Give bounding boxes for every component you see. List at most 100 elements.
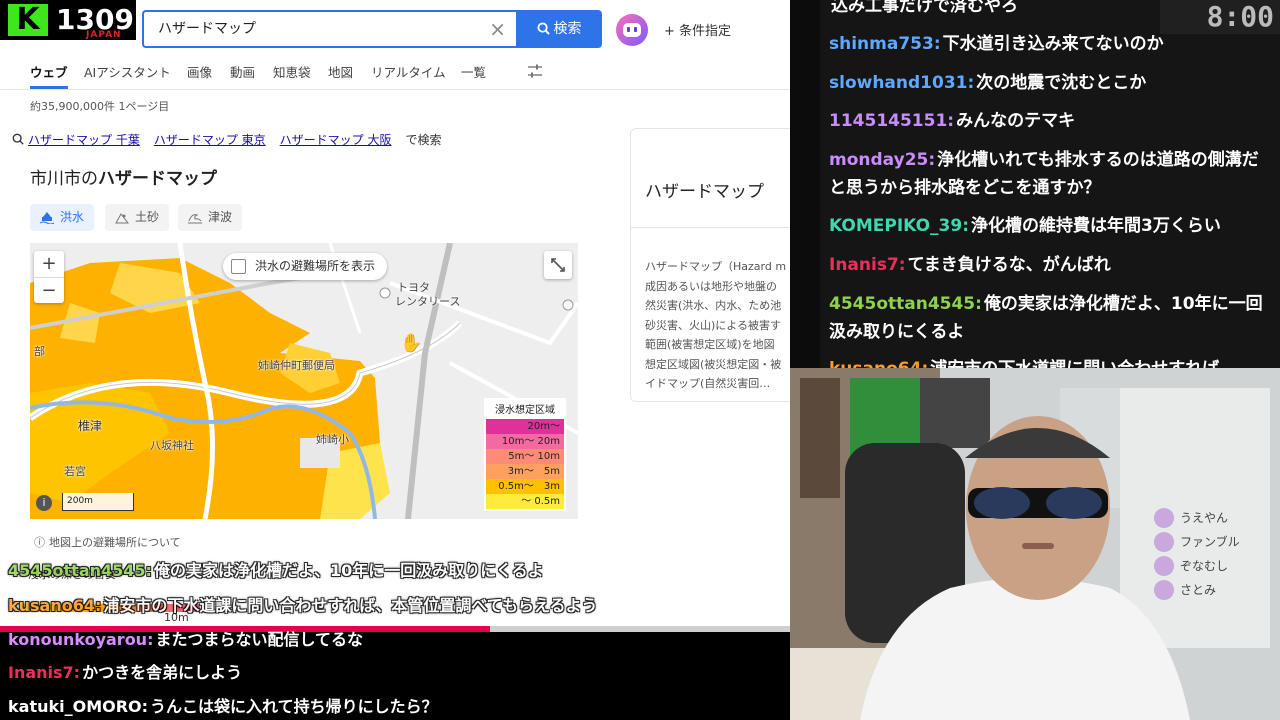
flood-legend: 浸水想定区域 20m～ 10m～ 20m 5m～ 10m 3m～ 5m 0.5m～ 3m… (484, 398, 566, 511)
hazard-section-title: 市川市のハザードマップ (30, 164, 217, 189)
chat-panel: 込み工事だけで済むやろ shinma753: 下水道引き込み来てないのか slowha… (790, 0, 1280, 368)
chat-text: 込み工事だけで済むやろ (831, 0, 1018, 16)
map-scale: 200m (62, 493, 134, 511)
overlay-comment: 4545ottan4545: 俺の実家は浄化槽だよ、10年に一回汲み取りにくるよ (8, 557, 544, 581)
chat-text: てまき負けるな、がんばれ (907, 255, 1111, 275)
chat-scrollbar[interactable] (790, 0, 820, 368)
chat-user: monday25: (829, 150, 936, 170)
chat-message: KOMEPIKO_39: 浄化槽の維持費は年間3万くらい (829, 212, 1274, 240)
related-link[interactable]: ハザードマップ 東京 (154, 133, 266, 147)
clock: 8:00 (1160, 0, 1280, 34)
chat-message: monday25: 浄化槽いれても排水するのは道路の側溝だと思うから排水路をどこを… (829, 146, 1274, 202)
channel-logo: K 1309 JAPAN (0, 0, 136, 40)
chat-user: 1145145151: (829, 111, 955, 131)
chip-label: 津波 (208, 210, 233, 224)
tab-0[interactable]: ウェブ (30, 62, 68, 89)
chat-message: 4545ottan4545: 俺の実家は浄化槽だよ、10年に一回汲み取りにくるよ (829, 290, 1274, 346)
zoom-in-button[interactable]: + (34, 251, 64, 277)
member-list: うえやん ファンブル ぞなむし さとみ (1150, 506, 1270, 602)
expand-icon[interactable] (544, 251, 572, 279)
tsunami-icon (188, 214, 202, 224)
tab-1[interactable]: AIアシスタント (84, 62, 171, 81)
chat-user: slowhand1031: (829, 73, 975, 93)
member-name: さとみ (1150, 578, 1270, 602)
legend-row: ～ 0.5m (486, 494, 564, 509)
chat-user: KOMEPIKO_39: (829, 216, 969, 236)
legend-row: 5m～ 10m (486, 449, 564, 464)
search-button-label: 検索 (553, 21, 582, 37)
search-button[interactable]: 検索 (516, 10, 602, 48)
landslide-icon (115, 213, 129, 224)
related-suffix: で検索 (405, 133, 442, 147)
comment-text: 俺の実家は浄化槽だよ、10年に一回汲み取りにくるよ (153, 561, 544, 580)
legend-row: 3m～ 5m (486, 464, 564, 479)
tab-6[interactable]: リアルタイム (371, 62, 446, 81)
chat-text: 浦安市の下水道課に問い合わせすれば (930, 359, 1219, 368)
search-input[interactable]: ハザードマップ × (142, 10, 518, 48)
chat-user: konounkoyarou: (8, 630, 154, 649)
map-label: 若宮 (64, 465, 86, 478)
comment-user: kusano64: (8, 596, 102, 615)
tab-4[interactable]: 知恵袋 (273, 62, 311, 81)
tab-2[interactable]: 画像 (187, 62, 212, 81)
result-count: 約35,900,000件 1ページ目 (30, 100, 170, 113)
knowledge-title: ハザードマップ (645, 182, 764, 202)
chat-message: kusano64:浦安市の下水道課に問い合わせすれば (829, 355, 1274, 368)
ai-assistant-icon[interactable] (616, 14, 648, 46)
conditions-button[interactable]: + 条件指定 (664, 20, 731, 39)
chat-user: 4545ottan4545: (829, 294, 982, 314)
section-prefix: 市川市の (30, 169, 98, 189)
knowledge-panel: ハザードマップ ハザードマップ（Hazard m 成因あるいは地形や地盤の 然災… (630, 128, 790, 402)
shelter-note[interactable]: 地図上の避難場所について (34, 534, 181, 550)
flood-icon (40, 212, 54, 224)
overlay-comment: kusano64: 浦安市の下水道課に問い合わせすれば、本管位置調べてもらえるよう (8, 592, 598, 616)
chip-tsunami[interactable]: 津波 (178, 204, 243, 231)
map-label: 部 (34, 345, 45, 358)
comment-text: 浦安市の下水道課に問い合わせすれば、本管位置調べてもらえるよう (103, 596, 598, 615)
filter-icon[interactable] (526, 62, 544, 80)
info-icon[interactable]: i (36, 495, 52, 511)
legend-row: 10m～ 20m (486, 434, 564, 449)
legend-title: 浸水想定区域 (495, 405, 555, 416)
chip-flood[interactable]: 洪水 (30, 204, 95, 231)
shelter-toggle[interactable]: 洪水の避難場所を表示 (223, 253, 387, 280)
map-label: 椎津 (78, 419, 103, 433)
bottom-chat-line: Inanis7: かつきを舎弟にしよう (8, 659, 242, 683)
chip-label: 洪水 (60, 210, 85, 224)
tab-5[interactable]: 地図 (328, 62, 353, 81)
legend-row: 20m～ (486, 419, 564, 434)
chat-text: かつきを舎弟にしよう (82, 663, 243, 682)
related-link[interactable]: ハザードマップ 大阪 (280, 133, 392, 147)
shelter-checkbox[interactable] (231, 259, 246, 274)
chat-text: またつまらない配信してるな (155, 630, 363, 649)
hand-cursor-icon: ✋ (400, 333, 423, 354)
section-title: ハザードマップ (98, 169, 217, 189)
tab-7[interactable]: 一覧 (461, 62, 486, 81)
map-label: 姉崎小 (316, 433, 349, 446)
chat-text: うんこは袋に入れて持ち帰りにしたら？ (150, 697, 438, 716)
chat-text: 下水道引き込み来てないのか (942, 34, 1164, 54)
zoom-control: + − (34, 251, 64, 303)
comment-user: 4545ottan4545: (8, 561, 152, 580)
related-link[interactable]: ハザードマップ 千葉 (28, 133, 140, 147)
knowledge-body: ハザードマップ（Hazard m 成因あるいは地形や地盤の 然災害(洪水、内水、… (645, 260, 787, 390)
clear-icon[interactable]: × (489, 12, 506, 46)
webcam-view: うえやん ファンブル ぞなむし さとみ (790, 368, 1280, 720)
member-name: ファンブル (1150, 530, 1270, 554)
bottom-chat-line: konounkoyarou: またつまらない配信してるな (8, 626, 363, 650)
logo-mark: K (8, 4, 48, 36)
tab-3[interactable]: 動画 (230, 62, 255, 81)
search-tabs: ウェブ AIアシスタント 画像 動画 知恵袋 地図 リアルタイム 一覧 (0, 56, 790, 90)
divider (631, 227, 790, 228)
chat-message: 1145145151: みんなのテマキ (829, 107, 1274, 135)
member-name: うえやん (1150, 506, 1270, 530)
search-icon (12, 133, 24, 145)
chip-label: 土砂 (135, 210, 160, 224)
zoom-out-button[interactable]: − (34, 277, 64, 303)
hazard-map[interactable]: トヨタ レンタリース 姉崎仲町郵便局 椎津 八坂神社 姉崎小 若宮 部 + − … (30, 243, 578, 519)
map-label: 八坂神社 (150, 439, 194, 452)
chat-user: Inanis7: (829, 255, 906, 275)
chip-landslide[interactable]: 土砂 (105, 204, 170, 231)
bottom-chat-line: katuki_OMORO: うんこは袋に入れて持ち帰りにしたら？ (8, 693, 438, 717)
browser-window: K 1309 JAPAN ハザードマップ × 検索 + 条件指定 ウェブ AIアシ… (0, 0, 790, 632)
